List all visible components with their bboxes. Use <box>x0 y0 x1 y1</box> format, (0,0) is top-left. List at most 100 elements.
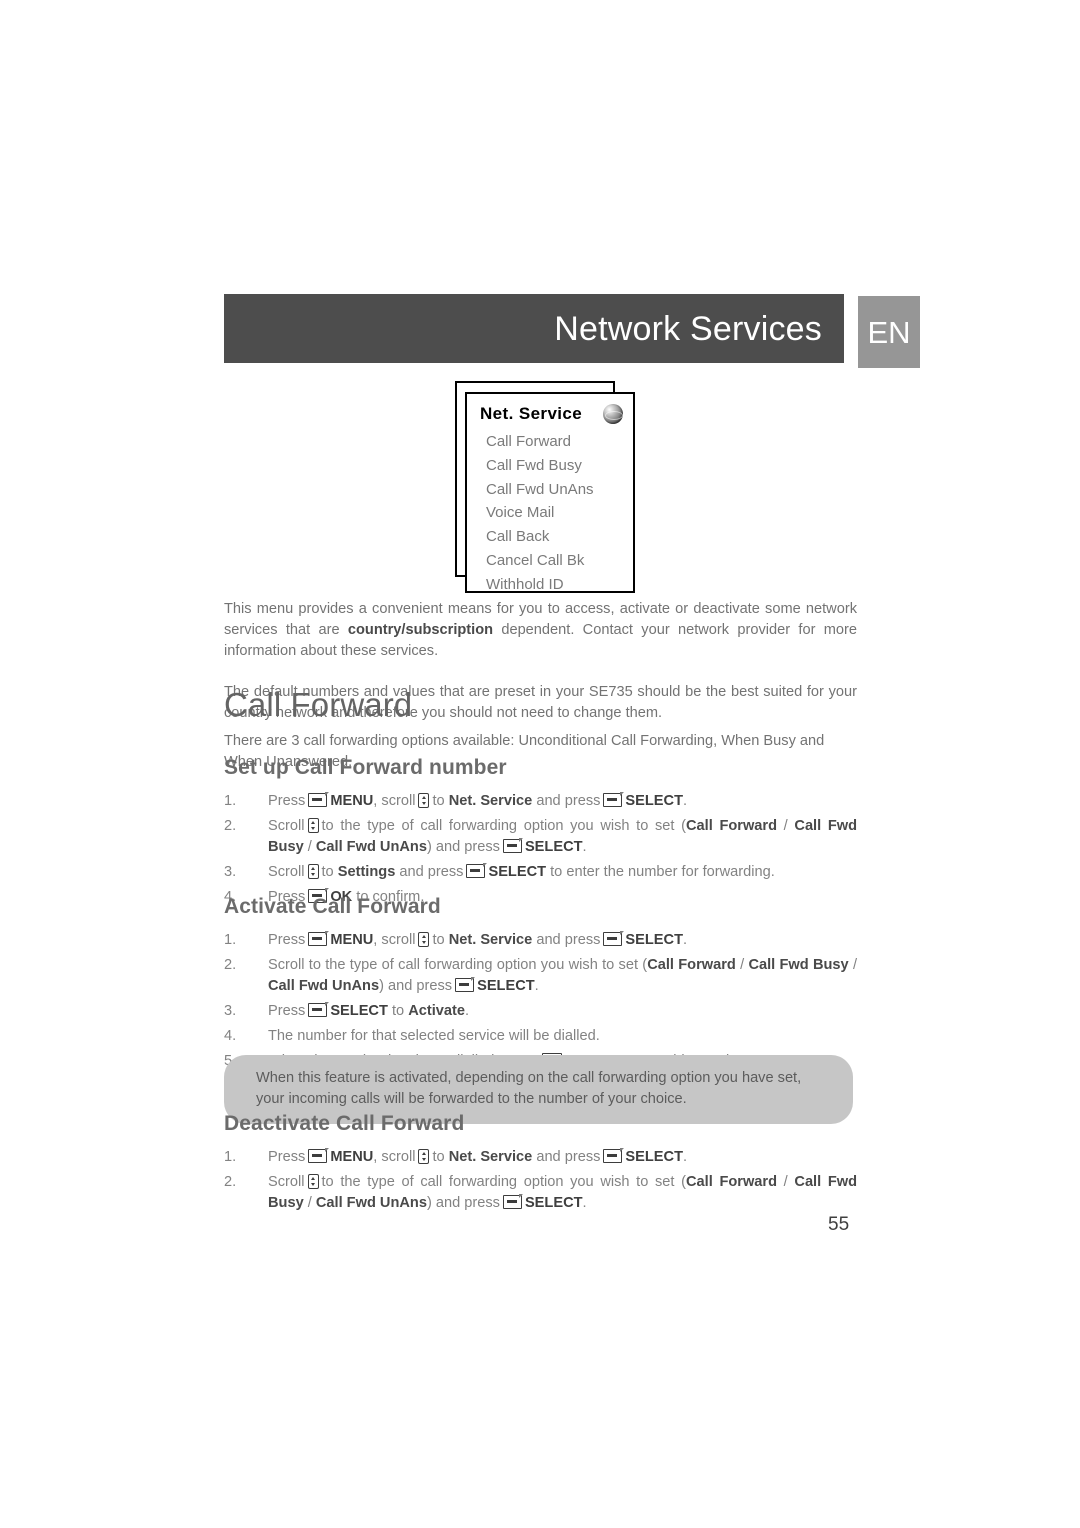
step2-lead: to the type of call forwarding option yo… <box>321 1174 687 1190</box>
key-select: SELECT <box>330 1003 388 1019</box>
step-and-press: and press <box>536 1149 601 1165</box>
softkey-icon <box>603 1148 624 1163</box>
step4-activate: The number for that selected service wil… <box>268 1028 600 1044</box>
step-scroll: scroll <box>381 793 416 809</box>
step-period: . <box>582 1195 587 1211</box>
sep: / <box>303 1195 316 1211</box>
menu-net-service: Net. Service <box>448 793 533 809</box>
softkey-icon <box>308 1002 329 1017</box>
step2-activate-lead: Scroll to the type of call forwarding op… <box>268 957 648 973</box>
step3-tail: to enter the number for forwarding. <box>550 864 775 880</box>
key-select: SELECT <box>625 793 683 809</box>
scroll-key-icon <box>418 932 430 947</box>
step-to: to <box>321 864 334 880</box>
globe-icon <box>603 404 623 424</box>
step-to: to <box>432 793 445 809</box>
step-scroll: scroll <box>381 1149 416 1165</box>
step2-lead: to the type of call forwarding option yo… <box>321 818 687 834</box>
step-period: . <box>534 978 539 994</box>
header-bar: Network Services <box>224 294 844 363</box>
step-item: 2. Scroll to the type of call forwarding o… <box>224 816 857 858</box>
steps-setup: 1. Press MENU, scroll to Net. Service and p… <box>224 791 857 908</box>
menu-net-service: Net. Service <box>448 932 533 948</box>
step-press: Press <box>268 1003 306 1019</box>
step-item: 2. Scroll to the type of call forwarding o… <box>224 1172 857 1214</box>
sep: / <box>303 839 316 855</box>
section-heading-setup: Set up Call Forward number <box>224 756 507 779</box>
softkey-icon <box>502 838 524 853</box>
menu-item: Cancel Call Bk <box>486 551 585 569</box>
step-press: Press <box>268 932 306 948</box>
option-call-fwd-unans: Call Fwd UnAns <box>315 1195 427 1211</box>
menu-item: Voice Mail <box>486 504 555 522</box>
softkey-icon <box>308 792 329 807</box>
step-item: 1. Press MENU, scroll to Net. Service and p… <box>224 791 857 812</box>
key-menu: MENU <box>330 1149 374 1165</box>
option-call-fwd-busy: Call Fwd Busy <box>748 957 849 973</box>
scroll-key-icon <box>418 1149 430 1164</box>
scroll-key-icon <box>418 793 430 808</box>
key-menu: MENU <box>330 932 374 948</box>
step-period: . <box>464 1003 470 1019</box>
option-call-forward: Call Forward <box>686 1174 778 1190</box>
step-press: Press <box>268 793 306 809</box>
sep: / <box>848 957 858 973</box>
section-activate: Activate Call Forward 1. Press MENU, scrol… <box>224 896 857 1076</box>
key-select: SELECT <box>477 978 535 994</box>
step-and-press: and press <box>536 793 601 809</box>
language-tab: EN <box>858 296 920 368</box>
step-and-press: and press <box>536 932 601 948</box>
scroll-key-icon <box>307 1174 319 1189</box>
section-heading-activate: Activate Call Forward <box>224 895 441 918</box>
chapter-title: Call Forward <box>224 686 413 723</box>
section-setup: Set up Call Forward number 1. Press MENU, … <box>224 757 857 912</box>
steps-deactivate: 1. Press MENU, scroll to Net. Service and p… <box>224 1147 857 1214</box>
softkey-icon <box>308 1148 329 1163</box>
menu-item: Call Fwd Busy <box>486 456 582 474</box>
section-deactivate: Deactivate Call Forward 1. Press MENU, scr… <box>224 1113 857 1218</box>
step-period: . <box>683 1149 688 1165</box>
step-item: 4. The number for that selected service w… <box>224 1026 857 1047</box>
option-call-forward: Call Forward <box>686 818 778 834</box>
intro-p1-bold: country/subscription <box>347 622 494 638</box>
step-press: Press <box>268 1149 306 1165</box>
key-select: SELECT <box>625 1149 683 1165</box>
step-scroll: Scroll <box>268 818 305 834</box>
step-scroll: scroll <box>381 932 416 948</box>
sep: / <box>777 1174 795 1190</box>
step-number: 2. <box>224 957 237 973</box>
step-item: 3. Press SELECT to Activate. <box>224 1001 857 1022</box>
key-menu: MENU <box>330 793 374 809</box>
step-to: to <box>432 1149 445 1165</box>
key-select: SELECT <box>625 932 683 948</box>
intro-paragraph-1: This menu provides a convenient means fo… <box>224 599 857 662</box>
document-page: Network Services EN Net. Service Call Fo… <box>0 0 1080 1528</box>
step-number: 1. <box>224 793 237 809</box>
step-period: . <box>582 839 587 855</box>
softkey-icon <box>466 863 487 878</box>
softkey-icon <box>455 977 476 992</box>
menu-titlebar: Net. Service <box>467 401 633 427</box>
option-call-forward: Call Forward <box>647 957 736 973</box>
option-call-fwd-unans: Call Fwd UnAns <box>315 839 427 855</box>
scroll-key-icon <box>307 864 319 879</box>
step-to: to <box>432 932 445 948</box>
step-period: . <box>683 932 688 948</box>
steps-activate: 1. Press MENU, scroll to Net. Service and p… <box>224 930 857 1072</box>
chapter-block: Call Forward <box>224 688 857 721</box>
key-select: SELECT <box>524 1195 583 1211</box>
step-period: . <box>683 793 688 809</box>
menu-title: Net. Service <box>480 404 583 423</box>
option-call-fwd-unans: Call Fwd UnAns <box>268 978 380 994</box>
menu-box-front-layer: Net. Service Call Forward Call Fwd Busy … <box>465 392 635 593</box>
menu-item-list: Call Forward Call Fwd Busy Call Fwd UnAn… <box>467 427 633 597</box>
menu-net-service: Net. Service <box>448 1149 533 1165</box>
language-tab-label: EN <box>867 314 911 350</box>
step2-tail: ) and press <box>426 1195 500 1211</box>
note-text: When this feature is activated, dependin… <box>256 1070 802 1107</box>
sep: / <box>735 957 749 973</box>
step-item: 1. Press MENU, scroll to Net. Service and p… <box>224 930 857 951</box>
step-item: 1. Press MENU, scroll to Net. Service and p… <box>224 1147 857 1168</box>
key-select: SELECT <box>488 864 547 880</box>
step-item: 3. Scroll to Settings and press SELECT to e… <box>224 862 857 883</box>
